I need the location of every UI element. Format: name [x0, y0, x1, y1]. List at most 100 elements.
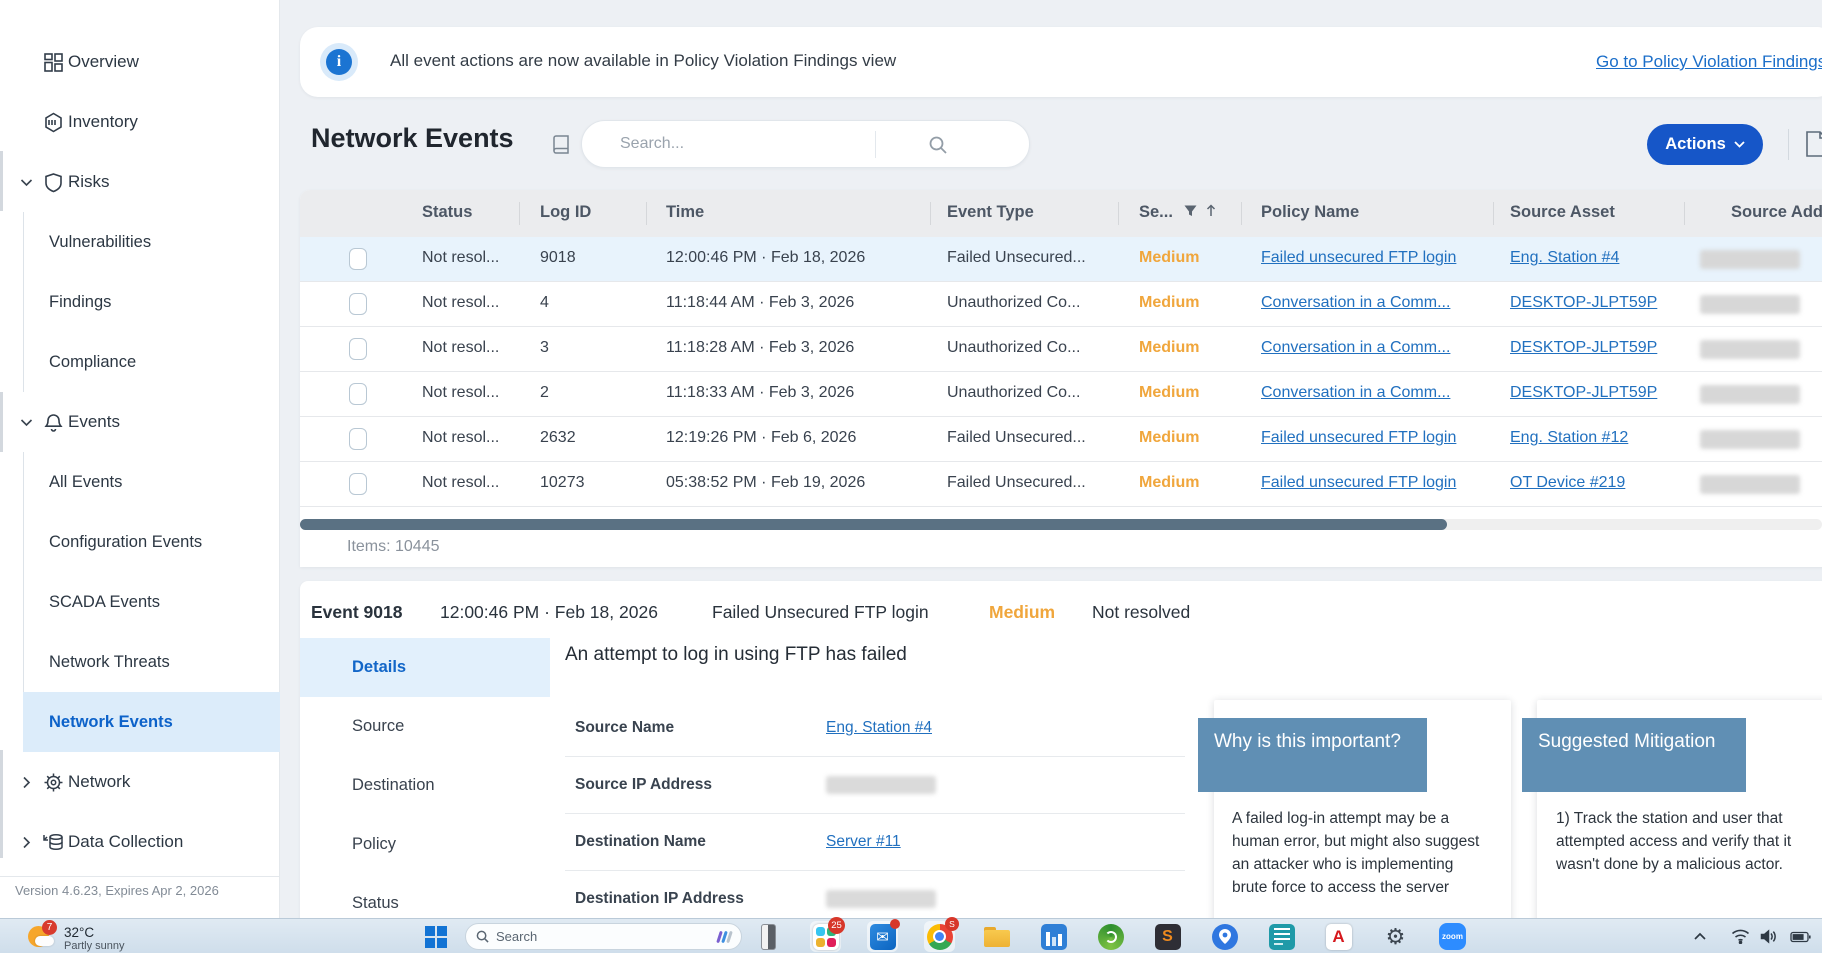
maps-icon[interactable] — [1209, 921, 1240, 952]
policy-link[interactable]: Conversation in a Comm... — [1261, 384, 1450, 402]
sidebar-item-label: Data Collection — [68, 832, 183, 852]
sidebar-item-label: SCADA Events — [24, 593, 160, 612]
volume-icon[interactable] — [1760, 919, 1777, 953]
portal-app-icon[interactable] — [1038, 921, 1069, 952]
policy-link[interactable]: Failed unsecured FTP login — [1261, 474, 1456, 492]
field-label: Source Name — [575, 719, 674, 737]
table-row[interactable]: Not resol...1027305:38:52 PM · Feb 19, 2… — [300, 462, 1822, 507]
policy-violation-findings-link[interactable]: Go to Policy Violation Findings — [1596, 52, 1822, 72]
sidebar-item-inventory[interactable]: Inventory — [0, 92, 280, 152]
source_asset-link[interactable]: Eng. Station #4 — [1510, 249, 1619, 267]
source_asset-link[interactable]: DESKTOP-JLPT59P — [1510, 294, 1657, 312]
row-checkbox[interactable] — [349, 428, 367, 450]
sidebar-item-overview[interactable]: Overview — [0, 32, 280, 92]
acrobat-icon[interactable]: A — [1323, 921, 1354, 952]
slack-icon[interactable]: 25 — [810, 921, 841, 952]
policy-link[interactable]: Conversation in a Comm... — [1261, 339, 1450, 357]
dark-app-icon[interactable] — [753, 921, 784, 952]
filter-icon[interactable] — [1184, 205, 1197, 217]
tab-details[interactable]: Details — [300, 638, 550, 697]
column-header-label: Se... — [1139, 203, 1173, 221]
table-row[interactable]: Not resol...311:18:28 AM · Feb 3, 2026Un… — [300, 327, 1822, 372]
chrome-icon[interactable]: S — [924, 921, 955, 952]
table-row[interactable]: Not resol...411:18:44 AM · Feb 3, 2026Un… — [300, 282, 1822, 327]
sidebar-item-network[interactable]: Network — [0, 752, 280, 812]
chevron-right-icon[interactable] — [19, 835, 33, 849]
sidebar-item-findings[interactable]: Findings — [23, 272, 280, 332]
file-explorer-icon[interactable] — [981, 921, 1012, 952]
search-icon[interactable] — [927, 134, 949, 161]
sidebar-item-vulnerabilities[interactable]: Vulnerabilities — [23, 212, 280, 272]
source_asset-link[interactable]: OT Device #219 — [1510, 474, 1625, 492]
tab-policy[interactable]: Policy — [300, 815, 550, 874]
outlook-icon[interactable]: ✉ — [867, 921, 898, 952]
settings-icon[interactable]: ⚙ — [1380, 921, 1411, 952]
windows-start-icon[interactable] — [425, 926, 447, 948]
column-header-event-type[interactable]: Event Type — [947, 203, 1034, 222]
zoom-icon[interactable]: zoom — [1437, 921, 1468, 952]
column-header-log-id[interactable]: Log ID — [540, 203, 591, 222]
wifi-icon[interactable] — [1731, 919, 1750, 953]
tab-destination[interactable]: Destination — [300, 756, 550, 815]
row-checkbox[interactable] — [349, 248, 367, 270]
severity-cell: Medium — [1139, 429, 1199, 447]
field-value-link[interactable]: Server #11 — [826, 833, 901, 851]
chevron-down-icon[interactable] — [19, 415, 33, 429]
policy-link[interactable]: Failed unsecured FTP login — [1261, 249, 1456, 267]
source_asset-link[interactable]: Eng. Station #12 — [1510, 429, 1628, 447]
app-root: OverviewInventoryRisksVulnerabilitiesFin… — [0, 0, 1822, 953]
taskbar-weather-widget[interactable]: 7 32°C Partly sunny — [28, 923, 125, 952]
field-value-link[interactable]: Eng. Station #4 — [826, 719, 932, 737]
sidebar-item-configuration-events[interactable]: Configuration Events — [23, 512, 280, 572]
row-checkbox[interactable] — [349, 383, 367, 405]
sort-asc-icon[interactable] — [1206, 204, 1216, 217]
sidebar-item-risks[interactable]: Risks — [0, 152, 280, 212]
status-cell: Not resol... — [422, 474, 499, 492]
policy-link[interactable]: Conversation in a Comm... — [1261, 294, 1450, 312]
table-row[interactable]: Not resol...211:18:33 AM · Feb 3, 2026Un… — [300, 372, 1822, 417]
row-checkbox[interactable] — [349, 473, 367, 495]
actions-button[interactable]: Actions — [1647, 124, 1763, 165]
sidebar-item-network-events[interactable]: Network Events — [23, 692, 280, 752]
row-checkbox[interactable] — [349, 293, 367, 315]
sidebar-item-compliance[interactable]: Compliance — [23, 332, 280, 392]
column-header-status[interactable]: Status — [422, 203, 472, 222]
tab-label: Policy — [300, 835, 396, 854]
sidebar-item-scada-events[interactable]: SCADA Events — [23, 572, 280, 632]
tab-label: Destination — [300, 776, 435, 795]
export-document-icon[interactable] — [1804, 130, 1822, 163]
field-label: Destination Name — [575, 833, 706, 851]
sublime-text-icon[interactable]: S — [1152, 921, 1183, 952]
detail-field-row: Destination Name Server #11 — [565, 814, 1185, 871]
column-header-source-asset[interactable]: Source Asset — [1510, 203, 1615, 222]
horizontal-scrollbar-thumb[interactable] — [300, 519, 1447, 530]
column-header-time[interactable]: Time — [666, 203, 704, 222]
sidebar-item-all-events[interactable]: All Events — [23, 452, 280, 512]
battery-icon[interactable] — [1790, 919, 1811, 953]
column-header-policy-name[interactable]: Policy Name — [1261, 203, 1359, 222]
notes-icon[interactable] — [1266, 921, 1297, 952]
source-address-redacted — [1700, 475, 1800, 494]
table-row[interactable]: Not resol...901812:00:46 PM · Feb 18, 20… — [300, 237, 1822, 282]
row-checkbox[interactable] — [349, 338, 367, 360]
source_asset-link[interactable]: DESKTOP-JLPT59P — [1510, 384, 1657, 402]
green-app-icon[interactable] — [1095, 921, 1126, 952]
sidebar-item-events[interactable]: Events — [0, 392, 280, 452]
documentation-icon[interactable] — [552, 134, 572, 161]
chevron-down-icon[interactable] — [19, 175, 33, 189]
sidebar-item-network-threats[interactable]: Network Threats — [23, 632, 280, 692]
column-header-se-[interactable]: Se... — [1139, 203, 1216, 222]
field-label: Source IP Address — [575, 776, 712, 794]
policy-link[interactable]: Failed unsecured FTP login — [1261, 429, 1456, 447]
taskbar-search[interactable]: Search — [465, 923, 742, 950]
table-row[interactable]: Not resol...263212:19:26 PM · Feb 6, 202… — [300, 417, 1822, 462]
chevron-up-icon[interactable] — [1693, 919, 1707, 953]
source_asset-link[interactable]: DESKTOP-JLPT59P — [1510, 339, 1657, 357]
chevron-right-icon[interactable] — [19, 775, 33, 789]
tab-source[interactable]: Source — [300, 697, 550, 756]
column-separator — [1118, 202, 1119, 225]
detail-severity: Medium — [989, 602, 1055, 623]
search-input[interactable] — [620, 133, 860, 155]
sidebar-item-data-collection[interactable]: Data Collection — [0, 812, 280, 872]
column-header-source-address[interactable]: Source Address — [1731, 203, 1822, 222]
